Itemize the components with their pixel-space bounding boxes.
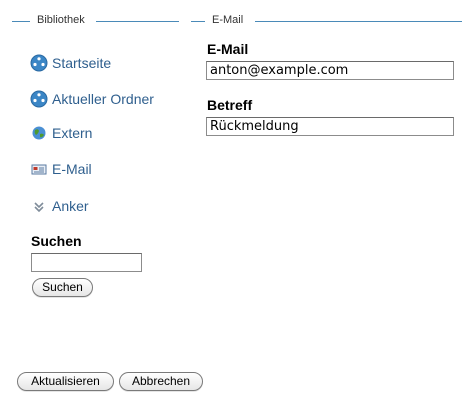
right-panel-legend: E-Mail (212, 14, 244, 26)
left-panel-legend: Bibliothek (37, 14, 85, 26)
nav-label-extern: Extern (52, 125, 93, 141)
nav-label-aktueller-ordner: Aktueller Ordner (52, 91, 154, 107)
search-label: Suchen (31, 233, 82, 249)
right-legend-line-right (255, 21, 462, 22)
nav-item-email[interactable]: E-Mail (30, 159, 92, 179)
cancel-button[interactable]: Abbrechen (119, 372, 203, 391)
update-button[interactable]: Aktualisieren (17, 372, 114, 391)
search-button[interactable]: Suchen (32, 278, 93, 297)
anchor-icon (30, 197, 48, 215)
nav-label-startseite: Startseite (52, 55, 112, 71)
left-legend-line-left (12, 21, 30, 22)
nav-item-extern[interactable]: Extern (30, 123, 92, 143)
folder-icon (30, 90, 48, 108)
nav-label-anker: Anker (52, 198, 89, 214)
left-legend-line-right (96, 21, 179, 22)
home-icon (30, 54, 48, 72)
nav-item-anker[interactable]: Anker (30, 196, 89, 216)
nav-label-email: E-Mail (52, 161, 92, 177)
subject-label: Betreff (207, 97, 253, 113)
right-legend-line-left (191, 21, 205, 22)
nav-item-startseite[interactable]: Startseite (30, 53, 111, 73)
nav-item-aktueller-ordner[interactable]: Aktueller Ordner (30, 89, 154, 109)
search-input[interactable] (31, 253, 142, 272)
subject-field[interactable] (206, 117, 454, 136)
email-icon (30, 160, 48, 178)
email-label: E-Mail (207, 41, 249, 57)
email-field[interactable] (206, 61, 454, 80)
globe-icon (30, 124, 48, 142)
